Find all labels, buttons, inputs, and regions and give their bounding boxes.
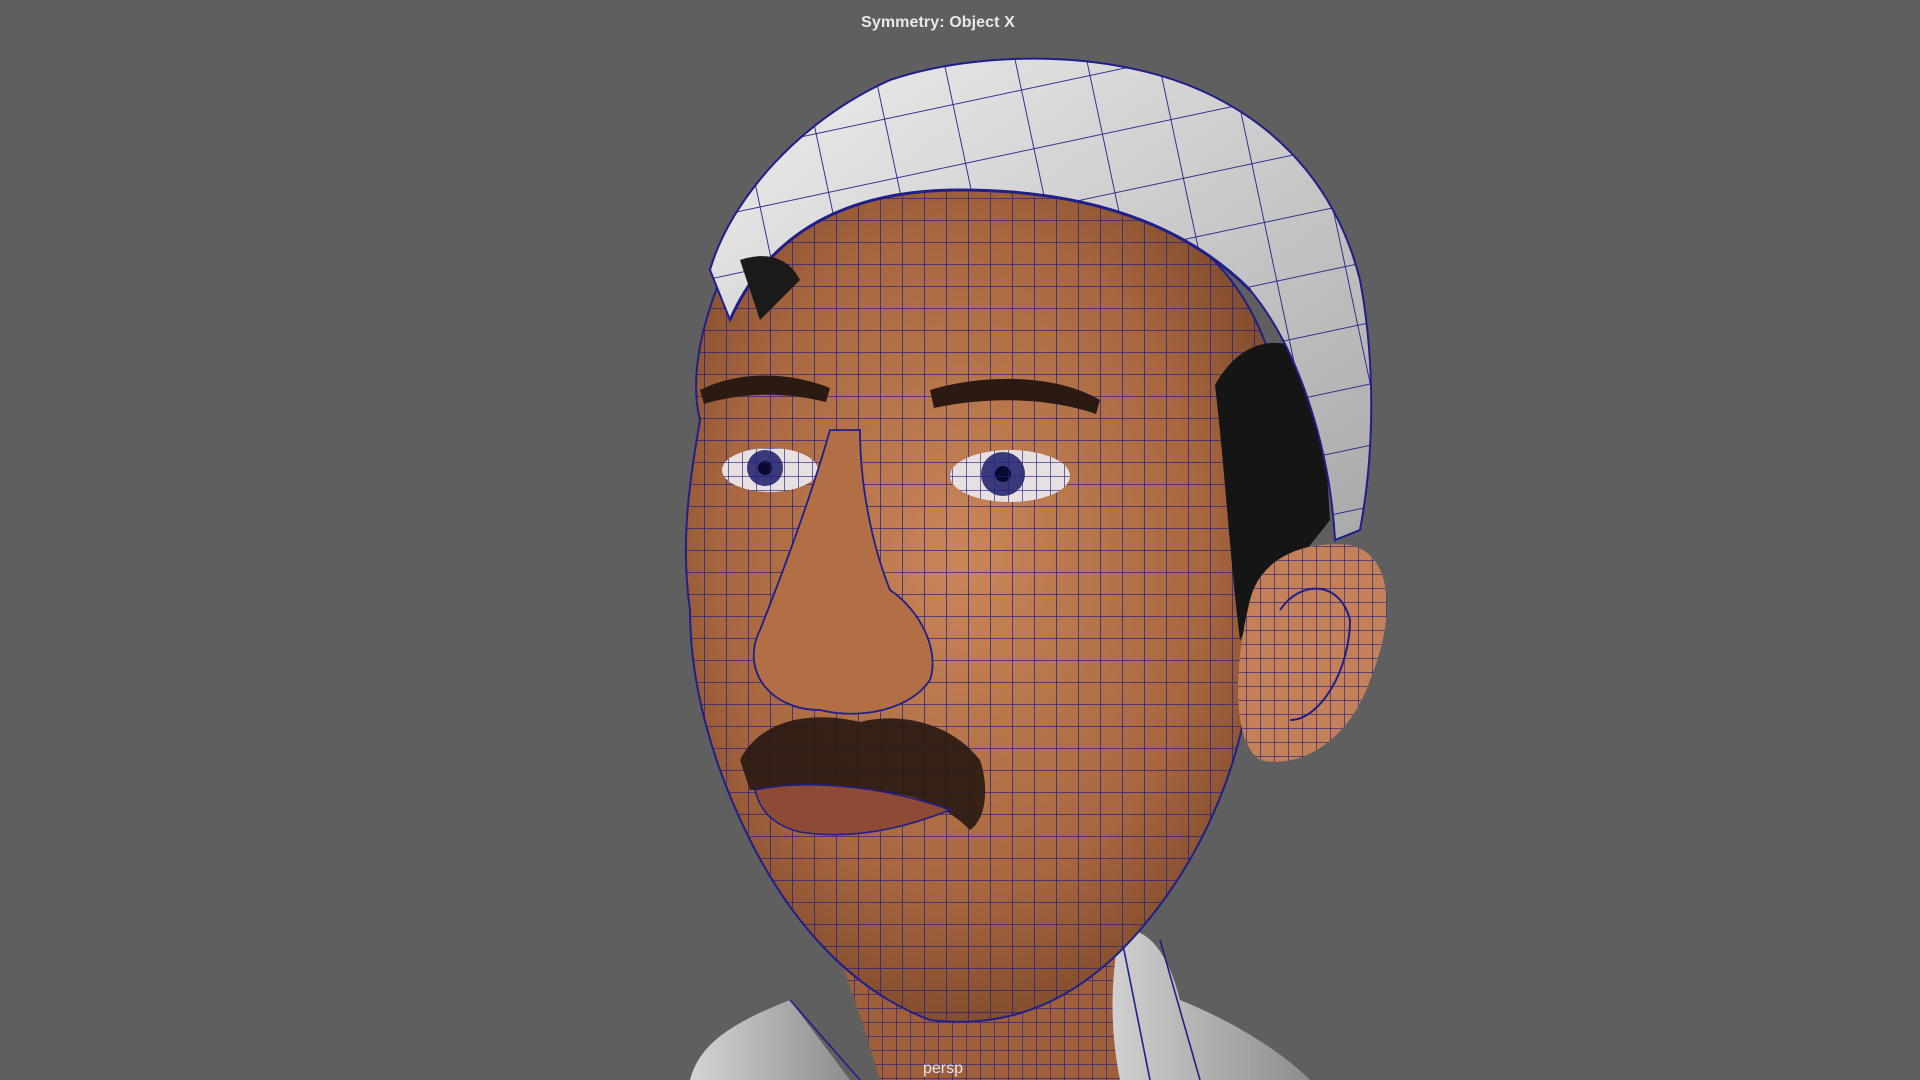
head-model[interactable] [0,0,1920,1080]
maya-viewport[interactable]: Symmetry: Object X persp [0,0,1920,1080]
left-eye [722,448,818,492]
right-eye [950,450,1070,502]
symmetry-label: Symmetry: Object X [861,14,1015,31]
camera-label: persp [922,1060,964,1077]
